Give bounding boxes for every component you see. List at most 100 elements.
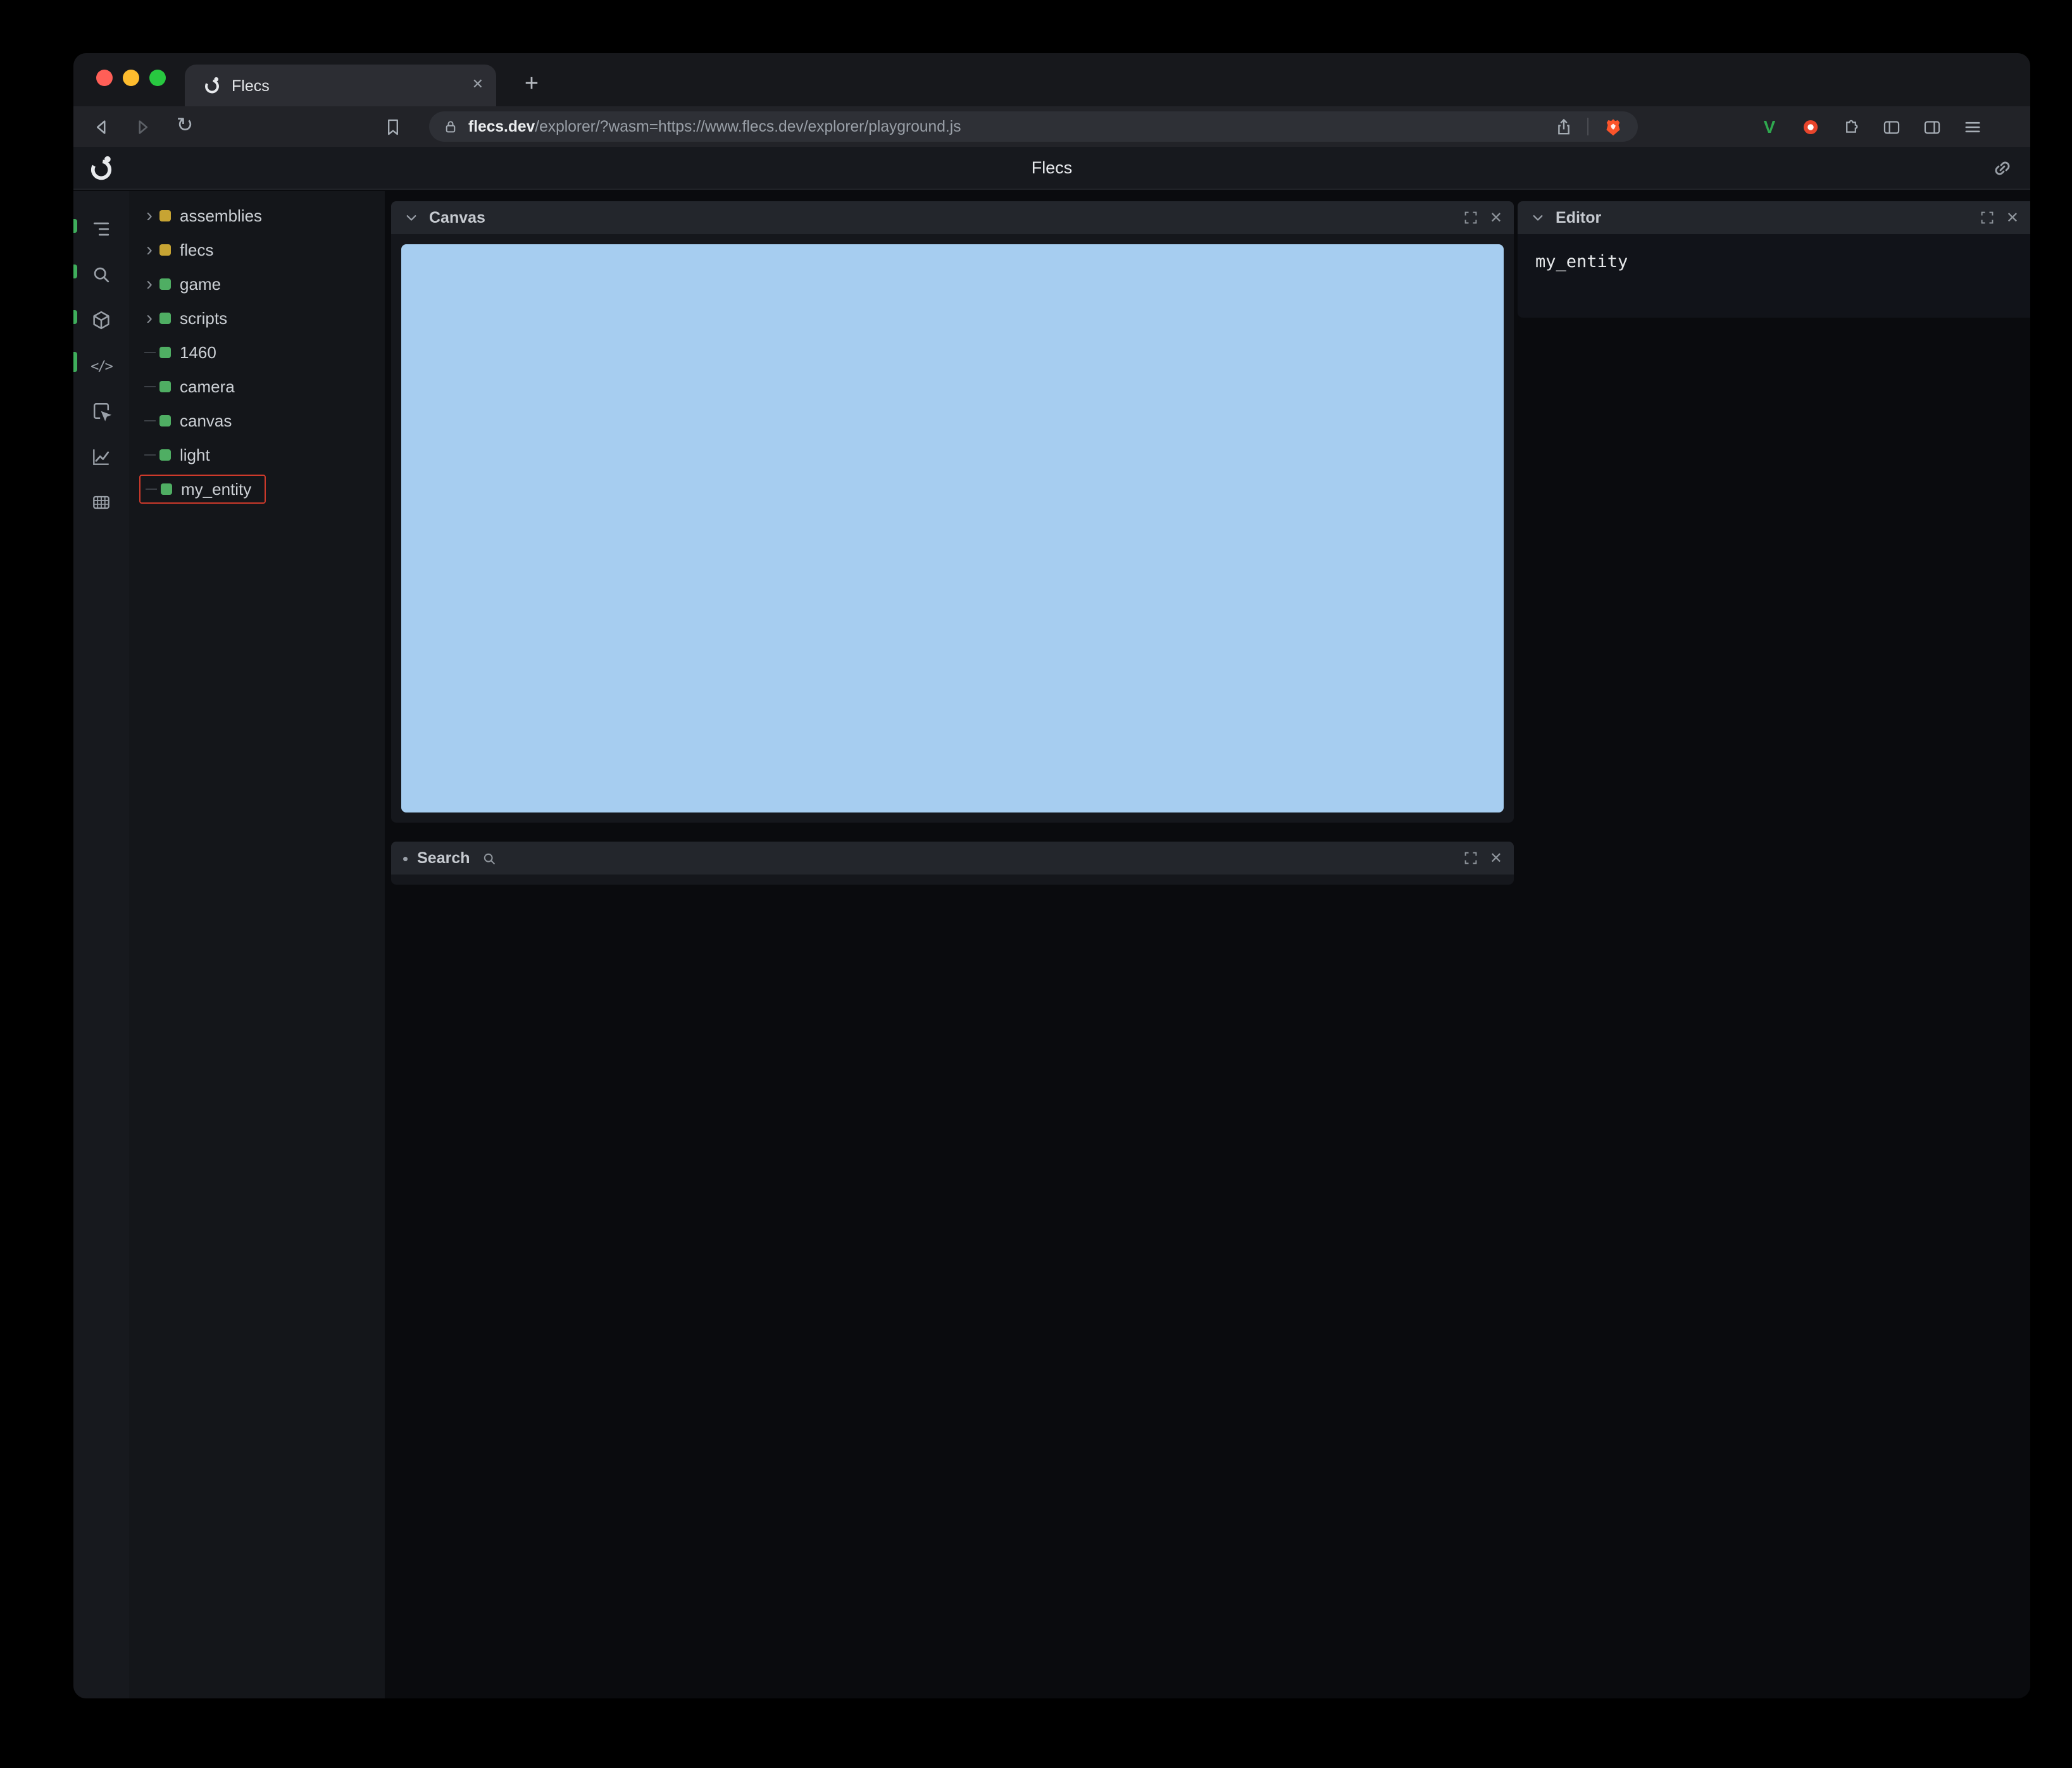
tables-icon[interactable] xyxy=(78,480,124,525)
bookmark-icon[interactable] xyxy=(380,114,405,139)
code-editor-icon[interactable]: </> xyxy=(78,343,124,389)
new-tab-button[interactable]: + xyxy=(514,67,549,103)
tree-item-label: game xyxy=(180,275,222,294)
tree-item-my-entity[interactable]: my_entity xyxy=(129,472,385,506)
chevron-down-icon[interactable] xyxy=(1529,209,1547,227)
tree-item-label: 1460 xyxy=(180,343,216,362)
back-button[interactable] xyxy=(89,114,114,139)
entity-swatch-icon xyxy=(159,347,171,358)
active-indicator xyxy=(73,265,77,278)
tree-item-assemblies[interactable]: › assemblies xyxy=(129,199,385,233)
brave-rewards-icon[interactable] xyxy=(1600,114,1625,139)
browser-menu-icon[interactable] xyxy=(1959,114,1985,139)
chevron-right-icon[interactable]: › xyxy=(139,274,159,293)
search-icon xyxy=(482,850,498,866)
module-swatch-icon xyxy=(159,244,171,256)
tree-item-label: assemblies xyxy=(180,206,263,225)
tree-item-light[interactable]: light xyxy=(129,438,385,472)
extension-icons: V xyxy=(1757,114,1985,139)
tree-item-scripts[interactable]: › scripts xyxy=(129,301,385,335)
render-canvas[interactable] xyxy=(401,244,1504,812)
entity-swatch-icon xyxy=(159,415,171,426)
chevron-right-icon[interactable]: › xyxy=(139,308,159,327)
reload-button[interactable]: ↻ xyxy=(172,114,197,139)
tree-item-game[interactable]: › game xyxy=(129,267,385,301)
flecs-favicon-icon xyxy=(203,76,222,95)
tree-item-canvas[interactable]: canvas xyxy=(129,404,385,438)
extension-shield-icon[interactable] xyxy=(1797,114,1823,139)
forward-button[interactable] xyxy=(129,114,154,139)
divider xyxy=(1587,118,1588,135)
tool-sidebar: </> xyxy=(73,191,129,1698)
canvas-panel: Canvas ✕ xyxy=(391,201,1514,823)
fullscreen-icon[interactable] xyxy=(1977,208,1997,228)
tree-item-camera[interactable]: camera xyxy=(129,370,385,404)
active-indicator xyxy=(73,219,77,233)
entity-tree: › assemblies › flecs › game › scripts 14… xyxy=(129,191,385,1698)
browser-window: Flecs ✕ + ↻ flecs.dev/explorer/?wasm=htt… xyxy=(73,53,2030,1698)
search-panel-body xyxy=(391,875,1514,885)
navigation-bar: ↻ flecs.dev/explorer/?wasm=https://www.f… xyxy=(73,106,2030,147)
chevron-right-icon[interactable]: › xyxy=(139,240,159,259)
editor-panel-header[interactable]: Editor ✕ xyxy=(1518,201,2030,234)
active-indicator xyxy=(73,310,77,324)
extensions-puzzle-icon[interactable] xyxy=(1838,114,1863,139)
entity-swatch-icon xyxy=(159,449,171,461)
tree-leaf-dash xyxy=(139,420,159,421)
collapsed-dot-icon[interactable]: • xyxy=(403,850,408,866)
close-panel-icon[interactable]: ✕ xyxy=(2006,210,2019,225)
lock-icon xyxy=(442,118,459,135)
close-window-button[interactable] xyxy=(96,70,113,86)
search-panel: • Search ✕ xyxy=(391,842,1514,885)
panel-title: Canvas xyxy=(429,209,485,227)
main-area: Canvas ✕ • Search ✕ Editor ✕ my_entity xyxy=(385,191,2030,1698)
sidebar-toggle-icon[interactable] xyxy=(1878,114,1904,139)
fullscreen-icon[interactable] xyxy=(1461,848,1481,868)
minimize-window-button[interactable] xyxy=(123,70,139,86)
reading-panel-icon[interactable] xyxy=(1919,114,1944,139)
tree-item-label: scripts xyxy=(180,309,228,328)
tree-item-label: light xyxy=(180,445,210,464)
zoom-window-button[interactable] xyxy=(149,70,166,86)
entity-swatch-icon xyxy=(159,278,171,290)
search-panel-header[interactable]: • Search ✕ xyxy=(391,842,1514,875)
tree-leaf-dash xyxy=(139,386,159,387)
tree-leaf-dash xyxy=(139,352,159,353)
search-tool-icon[interactable] xyxy=(78,252,124,297)
tree-view-icon[interactable] xyxy=(78,206,124,252)
url-bar[interactable]: flecs.dev/explorer/?wasm=https://www.fle… xyxy=(429,111,1638,142)
inspect-icon[interactable] xyxy=(78,389,124,434)
close-panel-icon[interactable]: ✕ xyxy=(1490,210,1502,225)
annotation-highlight: my_entity xyxy=(139,475,266,504)
tab-strip: Flecs ✕ + xyxy=(73,53,2030,106)
extension-v-icon[interactable]: V xyxy=(1757,114,1782,139)
share-icon[interactable] xyxy=(1551,114,1576,139)
tree-item-label: camera xyxy=(180,377,235,396)
share-link-icon[interactable] xyxy=(1990,156,2015,181)
panel-title: Editor xyxy=(1556,209,1602,227)
app-header: Flecs xyxy=(73,147,2030,190)
tree-item-1460[interactable]: 1460 xyxy=(129,335,385,370)
canvas-panel-body xyxy=(391,234,1514,823)
canvas-panel-header[interactable]: Canvas ✕ xyxy=(391,201,1514,234)
close-panel-icon[interactable]: ✕ xyxy=(1490,850,1502,866)
url-text[interactable]: flecs.dev/explorer/?wasm=https://www.fle… xyxy=(468,118,1542,135)
stats-chart-icon[interactable] xyxy=(78,434,124,480)
page-title: Flecs xyxy=(1031,158,1073,177)
desktop: Flecs ✕ + ↻ flecs.dev/explorer/?wasm=htt… xyxy=(0,0,2072,1768)
active-indicator xyxy=(73,352,77,372)
editor-panel-body[interactable]: my_entity xyxy=(1518,234,2030,318)
tree-item-flecs[interactable]: › flecs xyxy=(129,233,385,267)
tab-close-icon[interactable]: ✕ xyxy=(472,78,484,92)
url-path: /explorer/?wasm=https://www.flecs.dev/ex… xyxy=(535,118,961,135)
browser-tab[interactable]: Flecs ✕ xyxy=(185,65,496,106)
editor-content[interactable]: my_entity xyxy=(1535,252,1628,272)
chevron-right-icon[interactable]: › xyxy=(139,206,159,225)
tree-item-label: flecs xyxy=(180,240,214,259)
entity-swatch-icon xyxy=(159,313,171,324)
entities-cube-icon[interactable] xyxy=(78,297,124,343)
chevron-down-icon[interactable] xyxy=(403,209,420,227)
module-swatch-icon xyxy=(159,210,171,221)
fullscreen-icon[interactable] xyxy=(1461,208,1481,228)
tab-title: Flecs xyxy=(232,77,270,94)
